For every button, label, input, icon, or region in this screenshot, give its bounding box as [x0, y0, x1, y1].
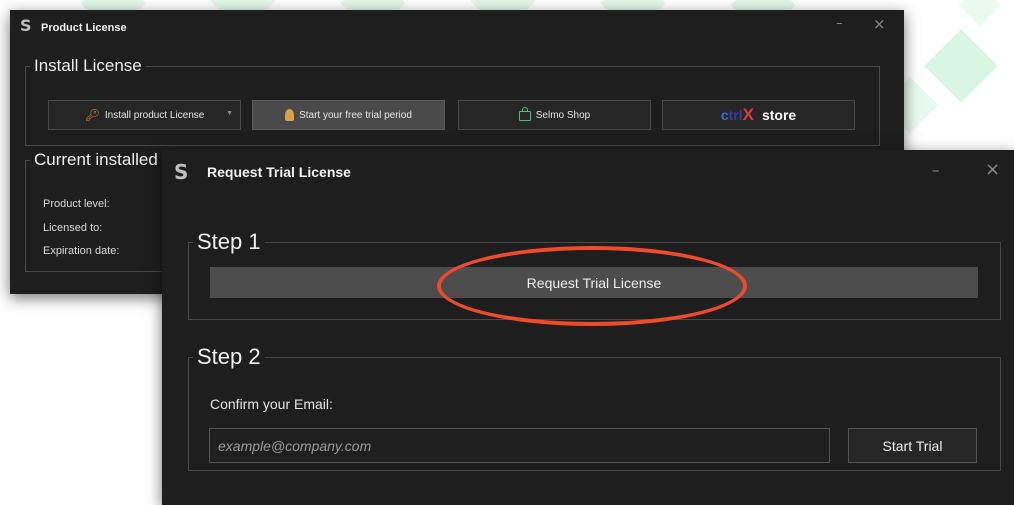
current-installed-heading: Current installed: [34, 150, 158, 169]
badge-icon: [285, 109, 295, 121]
licensed-to-label: Licensed to:: [43, 222, 103, 234]
ctrlx-logo: c trl X: [720, 105, 754, 124]
selmo-shop-button[interactable]: Selmo Shop: [458, 100, 651, 130]
expiration-date-label: Expiration date:: [43, 245, 120, 257]
app-logo: S: [20, 16, 32, 35]
install-product-license-label: Install product License: [104, 109, 205, 121]
minimize-button[interactable]: –: [836, 16, 843, 31]
install-product-license-button[interactable]: 🔑︎ Install product License ▼: [48, 100, 241, 130]
email-input[interactable]: [209, 428, 830, 463]
key-icon: 🔑︎: [84, 108, 100, 122]
start-trial-button[interactable]: Start Trial: [848, 428, 977, 463]
request-trial-license-button[interactable]: Request Trial License: [210, 267, 978, 298]
minimize-button[interactable]: –: [932, 161, 940, 179]
step-2-heading: Step 2: [197, 344, 261, 369]
start-free-trial-label: Start your free trial period: [299, 109, 412, 121]
product-level-label: Product level:: [43, 198, 110, 210]
install-license-heading: Install License: [34, 56, 142, 75]
selmo-shop-label: Selmo Shop: [535, 109, 591, 121]
store-label: store: [761, 107, 797, 123]
title-bar[interactable]: S Product License – ×: [10, 10, 904, 40]
shopping-bag-icon: [518, 107, 531, 121]
chevron-down-icon[interactable]: ▼: [226, 110, 233, 117]
dialog-title-bar[interactable]: S Request Trial License – ×: [162, 150, 1014, 184]
dialog-title: Request Trial License: [207, 164, 351, 180]
background-diamond: [958, 0, 1002, 27]
close-button[interactable]: ×: [985, 159, 1000, 180]
start-free-trial-button[interactable]: Start your free trial period: [252, 100, 445, 130]
window-title: Product License: [41, 22, 127, 34]
ctrlx-store-button[interactable]: c trl X store: [662, 100, 855, 130]
close-button[interactable]: ×: [873, 15, 886, 33]
step-1-heading: Step 1: [197, 229, 261, 254]
background-diamond: [924, 29, 998, 103]
app-logo: S: [174, 160, 189, 184]
confirm-email-label: Confirm your Email:: [210, 396, 333, 412]
